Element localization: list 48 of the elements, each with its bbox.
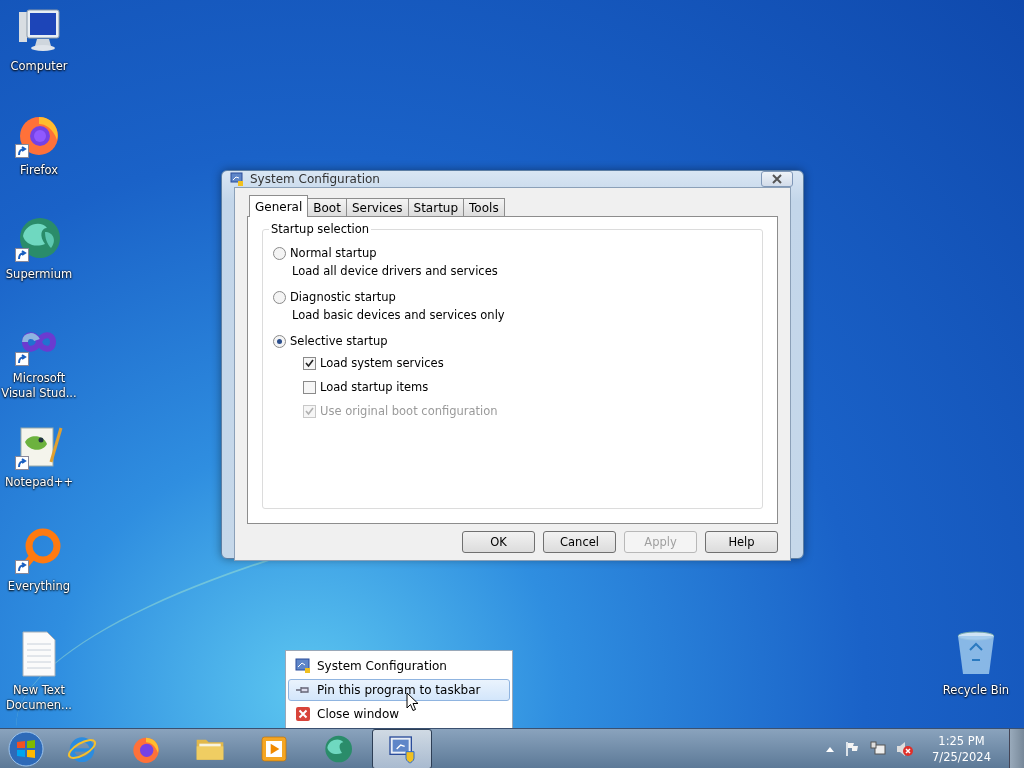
close-icon <box>295 706 311 722</box>
option-description: Load all device drivers and services <box>292 263 499 280</box>
checkbox-label[interactable]: Load system services <box>320 356 444 370</box>
radio-button[interactable] <box>273 290 286 304</box>
tab[interactable]: Services <box>345 198 409 216</box>
dialog-button[interactable]: Cancel <box>543 531 616 553</box>
desktop-icon-label[interactable]: Recycle Bin <box>938 683 1014 698</box>
desktop-icon-label[interactable]: Notepad++ <box>1 475 77 490</box>
system-config-icon <box>230 172 244 186</box>
radio-label[interactable]: Normal startup <box>290 246 377 260</box>
browser-globe-icon[interactable] <box>322 733 354 765</box>
checkbox[interactable] <box>303 380 316 394</box>
dialog-button[interactable]: OK <box>462 531 535 553</box>
flag-icon[interactable] <box>844 741 861 757</box>
menu-item[interactable]: Pin this program to taskbar <box>288 679 510 701</box>
radio-button[interactable] <box>273 334 286 348</box>
close-icon <box>771 174 783 184</box>
radio-label[interactable]: Diagnostic startup <box>290 290 396 304</box>
desktop-icon-label[interactable]: New Text Documen... <box>1 683 77 713</box>
tab[interactable]: Tools <box>463 198 505 216</box>
clock-date[interactable]: 7/25/2024 <box>932 749 991 765</box>
desktop-icon-label[interactable]: Computer <box>1 59 77 74</box>
group-title: Startup selection <box>269 222 372 236</box>
tab[interactable]: Startup <box>407 198 465 216</box>
menu-item[interactable]: System Configuration <box>288 655 510 677</box>
show-desktop-button[interactable] <box>1009 729 1024 768</box>
dialog-button[interactable]: Help <box>705 531 778 553</box>
radio-label[interactable]: Selective startup <box>290 334 388 348</box>
tab[interactable]: General <box>249 195 309 217</box>
desktop-icon-label[interactable]: Everything <box>1 579 77 594</box>
muted-speaker-icon[interactable] <box>896 741 915 757</box>
network-icon[interactable] <box>870 741 887 757</box>
taskbar-button[interactable] <box>372 729 432 768</box>
option-description: Load basic devices and services only <box>292 307 506 324</box>
close-button[interactable] <box>761 171 793 187</box>
checkbox[interactable] <box>303 356 316 370</box>
window-title: System Configuration <box>250 172 381 186</box>
menu-item[interactable]: Close window <box>288 703 510 725</box>
system-config-icon <box>295 658 311 674</box>
system-config-icon[interactable] <box>386 733 418 765</box>
media-player-icon[interactable] <box>258 733 290 765</box>
desktop-icon-label[interactable]: Supermium <box>1 267 77 282</box>
radio-button[interactable] <box>273 246 286 260</box>
desktop-icon-label[interactable]: Microsoft Visual Stud... <box>1 371 77 401</box>
tab[interactable]: Boot <box>307 198 347 216</box>
desktop-icon-label[interactable]: Firefox <box>1 163 77 178</box>
show-hidden-icons[interactable] <box>826 746 835 752</box>
checkbox-label[interactable]: Load startup items <box>320 380 429 394</box>
